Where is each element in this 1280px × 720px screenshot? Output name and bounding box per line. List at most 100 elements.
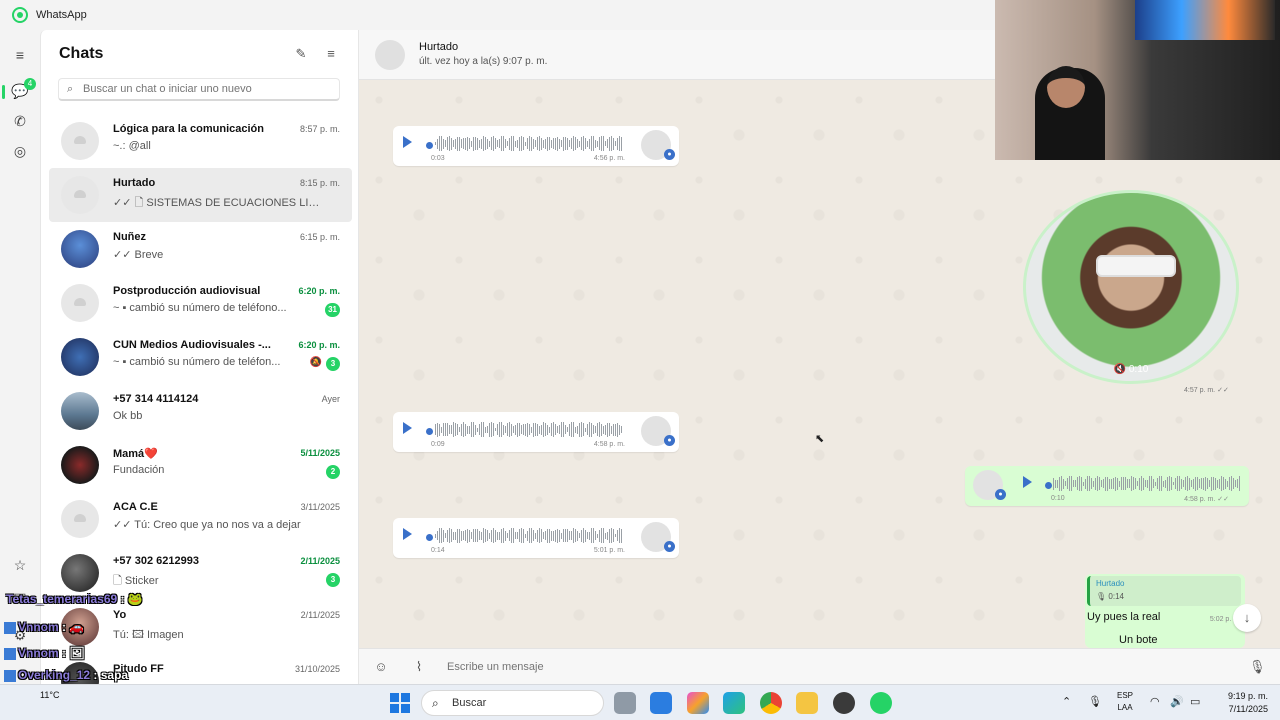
voice-time: 5:01 p. m. <box>593 547 625 554</box>
chat-row[interactable]: Mamá❤️ 5/11/2025 Fundación 2 <box>49 438 352 492</box>
play-button[interactable] <box>403 136 412 148</box>
file-explorer-icon[interactable] <box>796 692 818 714</box>
clock[interactable]: 9:19 p. m. 7/11/2025 <box>1210 690 1268 716</box>
chat-time: 6:15 p. m. <box>299 232 340 242</box>
message-input[interactable] <box>447 657 1227 677</box>
language-indicator[interactable]: ESP LAA <box>1117 690 1133 714</box>
waveform[interactable] <box>1053 476 1241 492</box>
voice-note[interactable]: ● 0:10 4:58 p. m. ✓✓ <box>965 466 1249 506</box>
chat-row[interactable]: CUN Medios Audiovisuales -... 6:20 p. m. ~… <box>49 330 352 384</box>
reply-message[interactable]: Hurtado 🎙 0:14 Uy pues la real 5:02 p. m… <box>1085 574 1245 648</box>
whatsapp-logo-icon <box>12 7 28 23</box>
menu-icon[interactable]: ≡ <box>11 46 29 64</box>
play-button[interactable] <box>1023 476 1032 488</box>
chat-row[interactable]: ACA C.E 3/11/2025 ✓✓ Tú: Creo que ya no no… <box>49 492 352 546</box>
reply-text: Uy pues la real <box>1087 611 1161 623</box>
avatar[interactable] <box>61 230 99 268</box>
avatar[interactable] <box>61 554 99 592</box>
chat-list-header: Chats ✎ ≡ <box>41 30 358 78</box>
chat-preview: ✓✓ 🗋 SISTEMAS DE ECUACIONES LINE... <box>113 197 321 209</box>
chat-preview: Fundación <box>113 464 165 476</box>
avatar[interactable] <box>61 500 99 538</box>
chat-preview: ✓✓ Breve <box>113 249 164 261</box>
chat-list-title: Chats <box>59 45 104 62</box>
voice-note[interactable]: 0:09 4:58 p. m. ● <box>393 412 679 452</box>
chat-row[interactable]: Hurtado 8:15 p. m. ✓✓ 🗋 SISTEMAS DE ECUACI… <box>49 168 352 222</box>
stream-chat-sep: : <box>58 646 70 660</box>
filter-icon[interactable]: ≡ <box>322 45 340 63</box>
chat-time: 8:57 p. m. <box>299 124 340 134</box>
voice-note[interactable]: 0:14 5:01 p. m. ● <box>393 518 679 558</box>
new-chat-icon[interactable]: ✎ <box>292 45 310 63</box>
chat-row[interactable]: +57 314 4114124 Ayer Ok bb <box>49 384 352 438</box>
chat-time: 31/10/2025 <box>294 664 340 674</box>
microphone-tray-icon[interactable]: 🎙 <box>1088 695 1102 708</box>
avatar[interactable] <box>61 176 99 214</box>
task-view-icon[interactable] <box>614 692 636 714</box>
contact-name[interactable]: Hurtado <box>419 41 458 53</box>
play-button[interactable] <box>403 528 412 540</box>
playback-position[interactable] <box>426 142 433 149</box>
obs-icon[interactable] <box>833 692 855 714</box>
emoji-icon[interactable]: ☺ <box>373 659 389 675</box>
stream-chat-user: Overking_12 <box>18 668 91 682</box>
stream-chat-text: 🐸 <box>127 592 143 606</box>
voice-duration: 0:09 <box>431 441 445 448</box>
chat-time: 6:20 p. m. <box>298 340 340 350</box>
playback-position[interactable] <box>426 428 433 435</box>
attach-icon[interactable]: ⌇ <box>411 659 427 675</box>
chrome-icon[interactable] <box>760 692 782 714</box>
weather-temp[interactable]: 11°C <box>40 690 59 700</box>
avatar[interactable] <box>61 122 99 160</box>
search-input[interactable] <box>83 83 323 95</box>
playback-position[interactable] <box>426 534 433 541</box>
microphone-icon[interactable]: 🎙 <box>1249 659 1266 675</box>
chat-row[interactable]: Yo 2/11/2025 Tú: 🖾 Imagen <box>49 600 352 654</box>
video-note[interactable]: 🔇 0:10 <box>1023 190 1239 384</box>
unread-badge: 31 <box>325 303 340 317</box>
battery-icon[interactable]: ▭ <box>1190 695 1200 708</box>
chat-search[interactable]: ⌕ <box>58 78 340 101</box>
voice-note[interactable]: 0:03 4:56 p. m. ● <box>393 126 679 166</box>
edge-icon[interactable] <box>723 692 745 714</box>
status-icon[interactable]: ◎ <box>11 142 29 160</box>
chat-name: Pitudo FF <box>113 663 164 675</box>
contact-avatar[interactable] <box>375 40 405 70</box>
waveform[interactable] <box>435 422 623 438</box>
chat-name: Hurtado <box>113 177 156 189</box>
volume-icon[interactable]: 🔊 <box>1170 695 1184 708</box>
active-indicator <box>2 85 5 99</box>
playback-position[interactable] <box>1045 482 1052 489</box>
copilot-icon[interactable] <box>687 692 709 714</box>
chat-preview: 🗋 Sticker <box>113 575 159 587</box>
store-icon[interactable] <box>650 692 672 714</box>
taskbar-search[interactable]: ⌕ Buscar <box>421 690 604 716</box>
avatar[interactable] <box>61 284 99 322</box>
quoted-message[interactable]: Hurtado 🎙 0:14 <box>1087 576 1241 606</box>
scroll-down-button[interactable]: ↓ <box>1233 604 1261 632</box>
voice-time: 4:58 p. m. <box>593 441 625 448</box>
chevron-up-icon[interactable]: ⌃ <box>1062 695 1071 708</box>
avatar[interactable] <box>61 392 99 430</box>
start-button[interactable] <box>390 693 410 713</box>
stream-chat-text: 🖼 <box>69 646 85 660</box>
chat-time: 6:20 p. m. <box>298 286 340 296</box>
avatar[interactable] <box>61 338 99 376</box>
waveform[interactable] <box>435 136 623 152</box>
chat-time: 8:15 p. m. <box>299 178 340 188</box>
whatsapp-taskbar-icon[interactable] <box>870 692 892 714</box>
muted-icon: 🔕 <box>309 357 322 368</box>
app-title: WhatsApp <box>36 9 87 21</box>
chat-row[interactable]: Postproducción audiovisual 6:20 p. m. ~ ▪ … <box>49 276 352 330</box>
play-button[interactable] <box>403 422 412 434</box>
starred-icon[interactable]: ☆ <box>11 556 29 574</box>
avatar[interactable] <box>61 446 99 484</box>
waveform[interactable] <box>435 528 623 544</box>
chat-row[interactable]: Nuñez 6:15 p. m. ✓✓ Breve <box>49 222 352 276</box>
wifi-icon[interactable]: ◠ <box>1150 695 1160 708</box>
stream-chat-message: Vnnom : 🖼 <box>4 646 85 660</box>
chat-row[interactable]: Lógica para la comunicación 8:57 p. m. ~.:… <box>49 114 352 168</box>
stream-chat-sep: : <box>117 592 128 606</box>
calls-icon[interactable]: ✆ <box>11 112 29 130</box>
stream-chat-sep: : <box>90 668 101 682</box>
